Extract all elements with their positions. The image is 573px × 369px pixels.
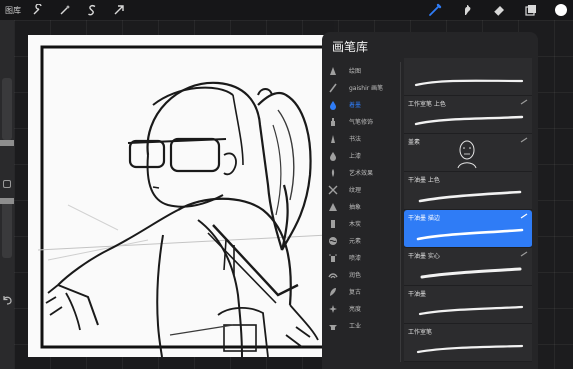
brush-size-thumb[interactable] — [0, 140, 14, 146]
brush-edit-icon[interactable] — [520, 99, 528, 105]
eraser-icon[interactable] — [491, 2, 507, 18]
brush-item[interactable]: 工作室笔 上色 — [404, 96, 532, 134]
category-item[interactable]: 抽象 — [326, 198, 406, 215]
brush-item[interactable] — [404, 58, 532, 96]
airbrush-icon — [326, 116, 340, 128]
category-item[interactable]: 绘图 — [326, 62, 406, 79]
abstract-icon — [326, 201, 340, 213]
calligraphy-icon — [326, 133, 340, 145]
brush-library-panel: 画笔库 绘图 gaishir 画笔 着墨 气笔修饰 书法 上漆 艺术效果 纹理 … — [322, 32, 538, 369]
brush-item[interactable]: 工作室笔 — [404, 324, 532, 362]
transform-arrow-icon[interactable] — [112, 3, 126, 17]
brush-item-selected[interactable]: 干油墨 描边 — [404, 210, 532, 248]
brush-edit-icon[interactable] — [520, 137, 528, 143]
category-item[interactable]: 元素 — [326, 232, 406, 249]
top-toolbar: 图库 — [0, 0, 573, 20]
category-item[interactable]: 书法 — [326, 130, 406, 147]
brush-item[interactable]: 干油墨 上色 — [404, 172, 532, 210]
panel-title: 画笔库 — [332, 40, 369, 54]
brush-item[interactable]: 干油墨 实心 — [404, 248, 532, 286]
brush-stroke-preview — [418, 190, 522, 203]
right-tools — [427, 0, 573, 20]
left-sidebar — [0, 20, 14, 369]
gallery-button[interactable]: 图库 — [5, 5, 21, 16]
charcoal-icon — [326, 218, 340, 230]
face-sketch-preview — [457, 140, 477, 169]
brush-edit-icon[interactable] — [520, 251, 528, 257]
touchup-icon — [326, 269, 340, 281]
paint-drop-icon — [326, 150, 340, 162]
category-item[interactable]: 工业 — [326, 317, 406, 334]
opacity-slider[interactable] — [0, 198, 14, 258]
spray-icon — [326, 252, 340, 264]
magic-wand-icon[interactable] — [58, 3, 72, 17]
undo-icon[interactable] — [1, 291, 13, 305]
brush-set-icon — [326, 82, 340, 94]
category-item[interactable]: gaishir 画笔 — [326, 79, 406, 96]
luminance-icon — [326, 303, 340, 315]
category-item[interactable]: 喷漆 — [326, 249, 406, 266]
opacity-thumb[interactable] — [0, 198, 14, 204]
element-icon — [326, 235, 340, 247]
category-item[interactable]: 上漆 — [326, 147, 406, 164]
category-item[interactable]: 着墨 — [326, 96, 406, 113]
retro-icon — [326, 286, 340, 298]
texture-icon — [326, 184, 340, 196]
brush-icon[interactable] — [427, 2, 443, 18]
brush-list: 工作室笔 上色 盖素 干油墨 上色 干油墨 描边 干油墨 实心 干油墨 工作室笔 — [404, 58, 532, 362]
brush-stroke-preview — [418, 305, 524, 316]
category-item[interactable]: 艺术效果 — [326, 164, 406, 181]
brush-category-list: 绘图 gaishir 画笔 着墨 气笔修饰 书法 上漆 艺术效果 纹理 抽象 木… — [326, 62, 406, 334]
brush-item[interactable]: 盖素 — [404, 134, 532, 172]
category-item[interactable]: 复古 — [326, 283, 406, 300]
wrench-icon[interactable] — [31, 3, 45, 17]
ink-drop-icon — [326, 99, 340, 111]
industry-icon — [326, 320, 340, 332]
category-item[interactable]: 木炭 — [326, 215, 406, 232]
smudge-icon[interactable] — [459, 2, 475, 18]
art-brush-icon — [326, 167, 340, 179]
category-divider — [400, 62, 401, 362]
category-item[interactable]: 气笔修饰 — [326, 113, 406, 130]
brush-edit-icon[interactable] — [520, 213, 528, 219]
brush-size-slider[interactable] — [0, 78, 14, 146]
modify-button[interactable] — [3, 180, 11, 188]
color-icon[interactable] — [555, 4, 567, 16]
pencil-tip-icon — [326, 65, 340, 77]
brush-stroke-preview — [420, 267, 522, 279]
category-item[interactable]: 亮度 — [326, 300, 406, 317]
category-item[interactable]: 润色 — [326, 266, 406, 283]
brush-stroke-preview — [414, 115, 524, 126]
brush-stroke-preview — [416, 228, 524, 241]
selection-s-icon[interactable] — [85, 3, 99, 17]
category-item[interactable]: 纹理 — [326, 181, 406, 198]
brush-stroke-preview — [414, 79, 524, 87]
brush-stroke-preview — [416, 344, 524, 354]
sketch-artwork — [37, 45, 338, 357]
brush-item[interactable]: 干油墨 — [404, 286, 532, 324]
layers-icon[interactable] — [523, 2, 539, 18]
